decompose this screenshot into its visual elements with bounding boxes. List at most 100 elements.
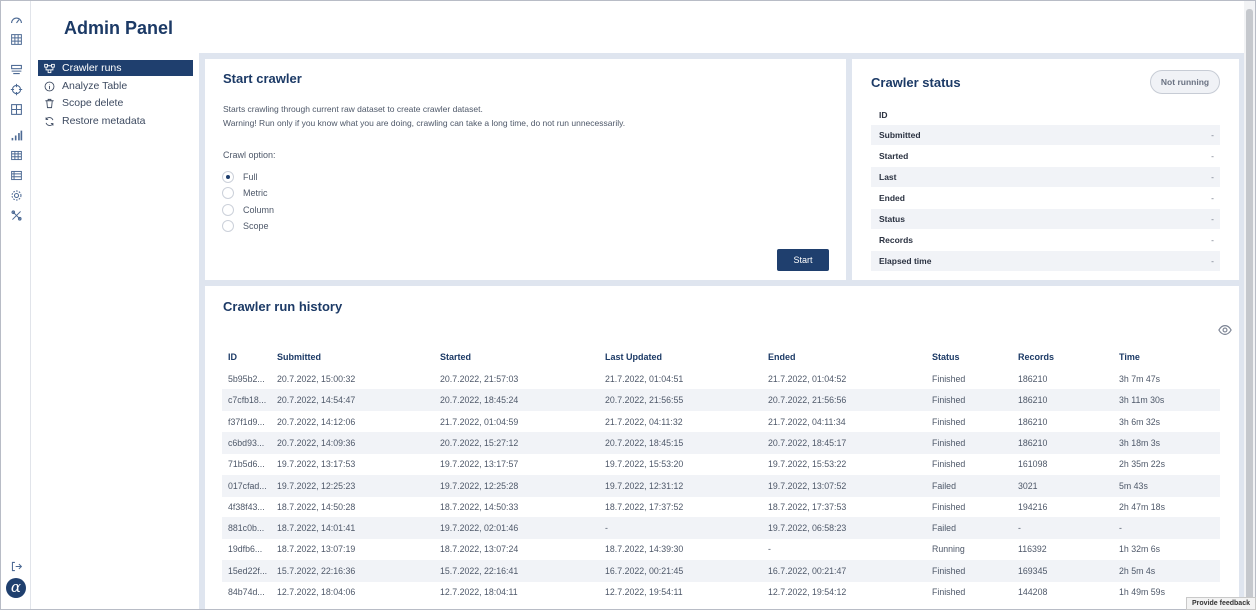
cell-id: 5b95b2... [228, 374, 265, 384]
table-row[interactable]: 4f38f43... 18.7.2022, 14:50:28 18.7.2022, … [222, 496, 1220, 518]
grid-icon[interactable] [7, 100, 25, 118]
status-row-status: Status - [871, 209, 1220, 229]
cell-time: 5m 43s [1119, 480, 1148, 491]
list-table-icon[interactable] [7, 166, 25, 184]
cell-status: Finished [932, 565, 966, 576]
status-value: - [1211, 172, 1214, 182]
cell-started: 20.7.2022, 18:45:24 [440, 395, 519, 406]
status-row-records: Records - [871, 230, 1220, 250]
cell-id: 017cfad... [228, 480, 267, 491]
subnav-item-scope-delete[interactable]: Scope delete [38, 95, 193, 111]
status-value: - [1211, 256, 1214, 266]
cell-time: 2h 35m 22s [1119, 459, 1165, 470]
info-icon [43, 80, 55, 92]
table-row[interactable]: 71b5d6... 19.7.2022, 13:17:53 19.7.2022, 1… [222, 453, 1220, 475]
cell-last-updated: - [605, 523, 608, 534]
status-key: Submitted [879, 130, 921, 140]
provide-feedback-button[interactable]: Provide feedback [1186, 597, 1256, 610]
column-header-started[interactable]: Started [440, 346, 471, 368]
bar-chart-icon[interactable] [7, 126, 25, 144]
table-row[interactable]: 15ed22f... 15.7.2022, 22:16:36 15.7.2022, … [222, 559, 1220, 582]
brand-logo[interactable]: α [6, 578, 26, 598]
table-row[interactable]: c6bd93... 20.7.2022, 14:09:36 20.7.2022, 1… [222, 431, 1220, 454]
start-crawler-warning: Warning! Run only if you know what you a… [223, 118, 626, 128]
target-icon[interactable] [7, 80, 25, 98]
crawl-option-column[interactable]: Column [222, 203, 274, 217]
cell-records: - [1018, 523, 1021, 534]
cell-id: 19dfb6... [228, 544, 263, 555]
cell-id: 15ed22f... [228, 565, 268, 576]
table-row[interactable]: 5b95b2... 20.7.2022, 15:00:32 20.7.2022, 2… [222, 368, 1220, 390]
cell-status: Finished [932, 395, 966, 406]
eye-icon[interactable] [1218, 324, 1232, 336]
start-button[interactable]: Start [777, 249, 829, 271]
cell-status: Running [932, 544, 965, 555]
subnav-item-crawler-runs[interactable]: Crawler runs [38, 60, 193, 76]
cell-last-updated: 21.7.2022, 04:11:32 [605, 416, 683, 427]
column-header-status[interactable]: Status [932, 346, 960, 368]
radio-button[interactable] [222, 187, 234, 199]
crawl-option-full[interactable]: Full [222, 170, 258, 184]
cell-time: 3h 7m 47s [1119, 374, 1161, 384]
cell-ended: 18.7.2022, 17:37:53 [768, 501, 847, 512]
crawl-option-scope[interactable]: Scope [222, 219, 269, 233]
database-icon[interactable] [7, 30, 25, 48]
cell-id: f37f1d9... [228, 416, 265, 427]
column-header-time[interactable]: Time [1119, 346, 1140, 368]
cell-started: 15.7.2022, 22:16:41 [440, 565, 519, 576]
cell-submitted: 20.7.2022, 14:12:06 [277, 416, 356, 427]
crawl-option-metric[interactable]: Metric [222, 186, 268, 200]
status-row-elapsed-time: Elapsed time - [871, 251, 1220, 271]
cell-status: Failed [932, 480, 956, 491]
radio-button[interactable] [222, 220, 234, 232]
column-header-ended[interactable]: Ended [768, 346, 796, 368]
cell-records: 3021 [1018, 480, 1038, 491]
cell-ended: 21.7.2022, 01:04:52 [768, 374, 847, 384]
cell-records: 144208 [1018, 587, 1048, 597]
gear-icon[interactable] [7, 186, 25, 204]
table-row[interactable]: 19dfb6... 18.7.2022, 13:07:19 18.7.2022, 1… [222, 538, 1220, 560]
cell-submitted: 15.7.2022, 22:16:36 [277, 565, 356, 576]
column-header-last-updated[interactable]: Last Updated [605, 346, 662, 368]
crawler-status-title: Crawler status [871, 75, 961, 90]
table-icon[interactable] [7, 146, 25, 164]
dashboard-icon[interactable] [7, 11, 25, 29]
cell-id: c7cfb18... [228, 395, 267, 406]
cell-submitted: 20.7.2022, 15:00:32 [277, 374, 356, 384]
icon-rail: α [1, 1, 31, 609]
cell-ended: 19.7.2022, 15:53:22 [768, 459, 847, 470]
radio-button[interactable] [222, 204, 234, 216]
subnav-item-analyze-table[interactable]: Analyze Table [38, 78, 193, 94]
trash-icon [43, 97, 55, 109]
subnav-item-restore-metadata[interactable]: Restore metadata [38, 113, 193, 129]
cell-last-updated: 21.7.2022, 01:04:51 [605, 374, 684, 384]
table-row[interactable]: c7cfb18... 20.7.2022, 14:54:47 20.7.2022, … [222, 389, 1220, 412]
column-header-submitted[interactable]: Submitted [277, 346, 321, 368]
cell-status: Finished [932, 501, 966, 512]
scrollbar-thumb[interactable] [1246, 9, 1253, 601]
column-header-id[interactable]: ID [228, 346, 237, 368]
radio-button[interactable] [222, 171, 234, 183]
cell-time: 3h 18m 3s [1119, 437, 1161, 448]
status-value: - [1211, 130, 1214, 140]
cell-time: 2h 47m 18s [1119, 501, 1165, 512]
table-row[interactable]: 84b74d... 12.7.2022, 18:04:06 12.7.2022, 1… [222, 581, 1220, 603]
table-row[interactable]: 017cfad... 19.7.2022, 12:25:23 19.7.2022, … [222, 474, 1220, 497]
layers-icon[interactable] [7, 60, 25, 78]
cell-submitted: 20.7.2022, 14:09:36 [277, 437, 356, 448]
column-header-records[interactable]: Records [1018, 346, 1054, 368]
table-row[interactable]: 881c0b... 18.7.2022, 14:01:41 19.7.2022, 0… [222, 517, 1220, 540]
logout-icon[interactable] [7, 557, 25, 575]
history-title: Crawler run history [223, 299, 343, 314]
page-scrollbar[interactable] [1244, 1, 1255, 609]
table-row[interactable]: f37f1d9... 20.7.2022, 14:12:06 21.7.2022, … [222, 411, 1220, 433]
status-key: Status [879, 214, 905, 224]
cell-status: Finished [932, 374, 966, 384]
tools-icon[interactable] [7, 206, 25, 224]
cell-ended: 20.7.2022, 18:45:17 [768, 437, 847, 448]
status-value: - [1211, 193, 1214, 203]
crawler-status-card: Crawler status Not running ID Submitted … [852, 59, 1239, 280]
cell-last-updated: 19.7.2022, 15:53:20 [605, 459, 684, 470]
cell-ended: 21.7.2022, 04:11:34 [768, 416, 846, 427]
status-row-submitted: Submitted - [871, 125, 1220, 145]
